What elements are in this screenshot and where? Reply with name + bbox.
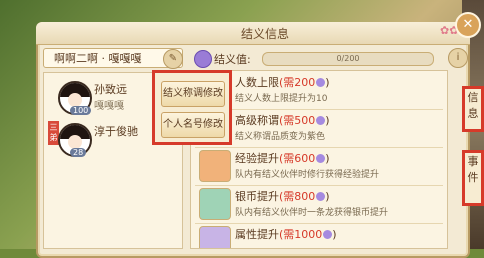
upgrade-item[interactable]: 人数上限(需200) 结义人数上限提升为10 [195, 71, 443, 110]
edit-sworn-title-button[interactable]: 结义称调修改 [161, 81, 225, 107]
silver-ingot-icon [199, 188, 231, 220]
sworn-value-icon [194, 50, 212, 68]
upgrade-title: 属性提升(需1000) [235, 228, 337, 241]
upgrade-title: 银币提升(需800) [235, 190, 330, 203]
member-name: 孙致远 [94, 83, 127, 96]
window-title: 结义信息 [240, 27, 289, 41]
attribute-icon [199, 226, 231, 248]
upgrade-title: 高级称谓(需500) [235, 114, 330, 127]
edit-personal-title-button[interactable]: 个人名号修改 [161, 112, 225, 138]
side-tab-event[interactable]: 事件 [462, 150, 484, 206]
rename-popup: 结义称调修改 个人名号修改 [152, 70, 232, 145]
exp-gem-icon [199, 150, 231, 182]
level-badge: 100 [70, 106, 92, 115]
side-tab-info[interactable]: 信息 [462, 86, 484, 132]
upgrade-item[interactable]: 经验提升(需600) 队内有结义伙伴时修行获得经验提升 [195, 147, 443, 186]
level-badge: 28 [70, 148, 87, 157]
upgrade-desc: 队内有结义伙伴时修行获得经验提升 [235, 170, 380, 180]
upgrade-desc: 结义人数上限提升为10 [235, 94, 328, 104]
edit-brush-icon[interactable]: ✎ [163, 49, 183, 69]
member-title: 嘎嘎嘎 [94, 101, 124, 112]
upgrade-item[interactable]: 属性提升(需1000) [195, 223, 443, 248]
sworn-value-row: 结义值: 0/200 [190, 48, 440, 68]
upgrade-title: 人数上限(需200) [235, 76, 330, 89]
info-button[interactable]: i [448, 48, 468, 68]
upgrade-title: 经验提升(需600) [235, 152, 330, 165]
close-button[interactable]: ✕ [455, 12, 481, 38]
upgrade-desc: 队内有结义伙伴时一条龙获得银币提升 [235, 208, 389, 218]
sworn-value-bar: 0/200 [262, 52, 434, 66]
upgrade-item[interactable]: 银币提升(需800) 队内有结义伙伴时一条龙获得银币提升 [195, 185, 443, 224]
upgrade-desc: 结义称谓品质变为紫色 [235, 132, 326, 142]
upgrade-item[interactable]: 高级称谓(需500) 结义称谓品质变为紫色 [195, 109, 443, 148]
group-name-field: 啊啊二啊 · 嘎嘎嘎 [43, 48, 183, 68]
sworn-value-label: 结义值: [214, 53, 251, 66]
member-name: 淳于俊驰 [94, 125, 138, 138]
